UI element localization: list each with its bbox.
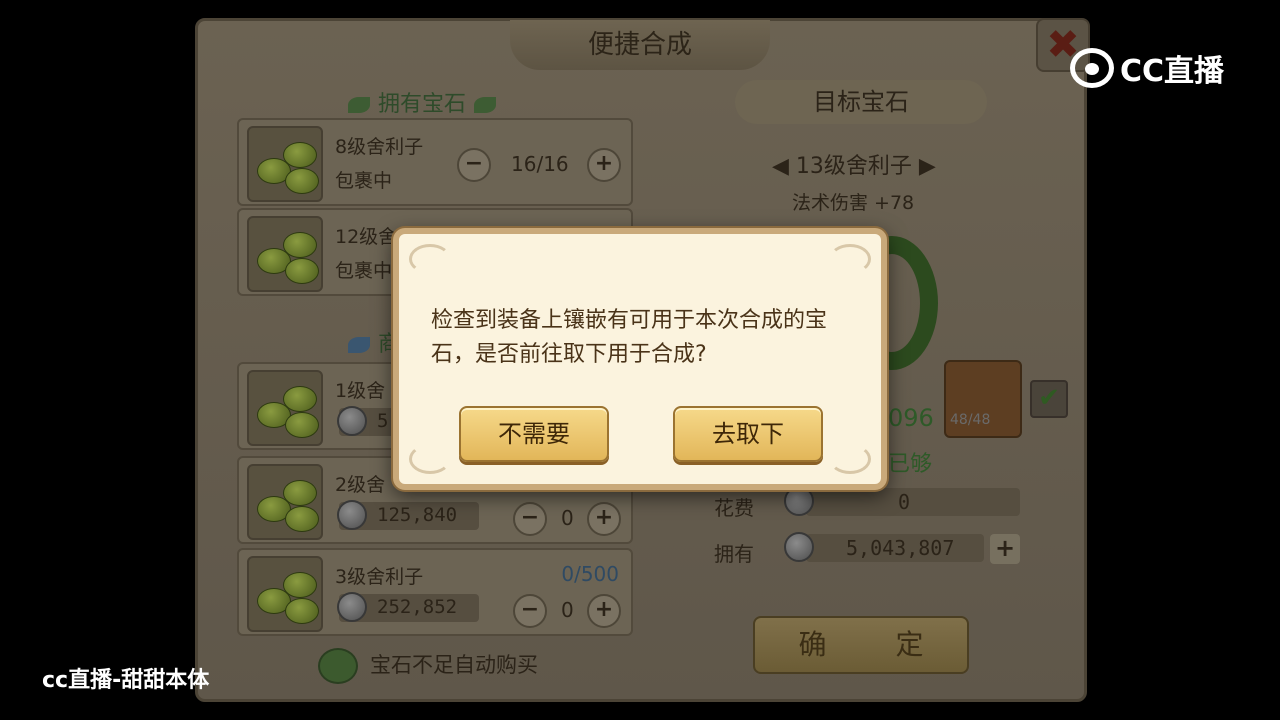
confirm-button[interactable]: 确 定 [753,616,969,674]
owned-gems-title: 拥有宝石 [378,92,467,117]
target-gem-stat: 法术伤害 +78 [792,192,915,214]
gem-price: 5 [377,410,389,432]
gem-name: 8级舍利子 [335,136,424,158]
leaf-icon [348,97,370,113]
go-remove-button[interactable]: 去取下 [673,406,823,462]
ornament-corner [409,444,451,474]
ornament-corner [409,244,451,274]
own-value: 5,043,807 [846,536,955,560]
checkbox-icon[interactable] [318,648,358,684]
cc-live-logo: CC直播 [1070,46,1224,90]
increase-button[interactable]: + [587,502,621,536]
gem-icon [247,126,323,202]
gem-stock: 0/500 [561,562,619,586]
decrease-button[interactable]: − [457,148,491,182]
cc-logo-text: CC直播 [1120,54,1225,89]
increase-button[interactable]: + [587,148,621,182]
owned-gems-header: 拥有宝石 [340,86,504,118]
material-amount: 096 [888,404,934,432]
buy-gems-header: 商 [340,326,400,358]
material-item-qty: 48/48 [950,412,991,428]
target-gem-name[interactable]: ◀ 13级舍利子 ▶ [772,148,936,180]
gem-location: 包裹中 [335,170,393,192]
next-arrow-icon[interactable]: ▶ [912,154,936,179]
coin-icon [337,500,367,530]
price-box: 125,840 [337,500,479,530]
ornament-corner [829,444,871,474]
target-gem-name-text: 13级舍利子 [795,154,912,179]
price-box: 252,852 [337,592,479,622]
buy-quantity: 0 [561,506,574,530]
coin-icon [784,532,814,562]
decrease-button[interactable]: − [513,502,547,536]
leaf-icon [474,97,497,113]
material-check-icon[interactable]: ✔ [1030,380,1068,418]
gem-icon [247,216,323,292]
streamer-watermark: cc直播-甜甜本体 [42,668,210,693]
increase-button[interactable]: + [587,594,621,628]
cost-label: 花费 [714,496,754,520]
gem-name: 3级舍利子 [335,566,424,588]
target-gem-header: 目标宝石 [735,80,987,124]
auto-buy-toggle[interactable]: 宝石不足自动购买 [318,648,538,684]
panel-title: 便捷合成 [510,20,770,70]
gem-name: 2级舍 [335,474,386,496]
gem-name: 1级舍 [335,380,386,402]
buy-gem-row: 3级舍利子 0/500 252,852 − 0 + [237,548,633,636]
cost-bar [806,488,1020,516]
ornament-corner [829,244,871,274]
cc-logo-icon [1070,48,1114,88]
confirm-dialog: 检查到装备上镶嵌有可用于本次合成的宝石，是否前往取下用于合成? 不需要 去取下 [393,228,887,490]
coin-icon [337,406,367,436]
auto-buy-label: 宝石不足自动购买 [370,653,538,677]
gem-count: 16/16 [511,152,569,176]
own-label: 拥有 [714,542,754,566]
coin-icon [337,592,367,622]
dialog-message: 检查到装备上镶嵌有可用于本次合成的宝石，是否前往取下用于合成? [431,308,828,367]
decrease-button[interactable]: − [513,594,547,628]
no-need-button[interactable]: 不需要 [459,406,609,462]
drop-icon [348,337,370,353]
buy-quantity: 0 [561,598,574,622]
prev-arrow-icon[interactable]: ◀ [772,154,796,179]
add-currency-button[interactable]: + [990,534,1020,564]
gem-price: 125,840 [377,504,458,526]
cost-value: 0 [898,490,911,514]
material-status: 已够 [888,452,933,477]
gem-icon [247,556,323,632]
owned-gem-row: 8级舍利子 包裹中 − 16/16 + [237,118,633,206]
gem-location: 包裹中 [335,260,393,282]
gem-icon [247,370,323,446]
gem-price: 252,852 [377,596,458,618]
coin-icon [784,486,814,516]
gem-icon [247,464,323,540]
